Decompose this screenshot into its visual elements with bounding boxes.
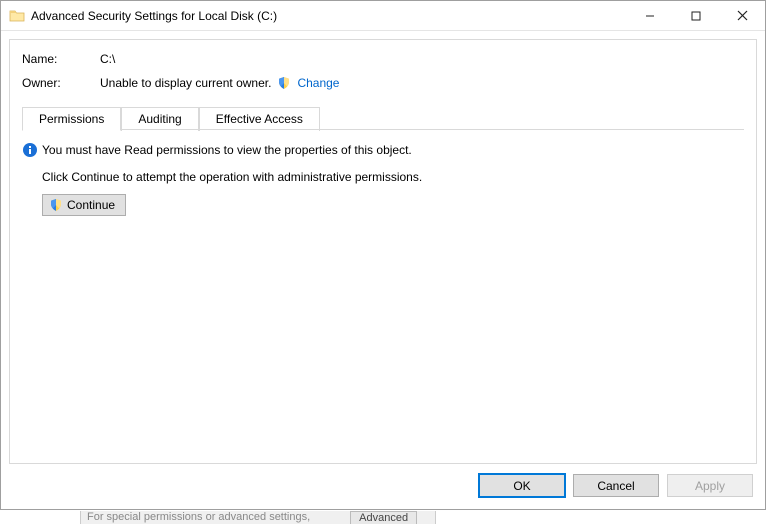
tab-effective-access[interactable]: Effective Access xyxy=(199,107,320,131)
owner-label: Owner: xyxy=(22,76,100,90)
name-row: Name: C:\ xyxy=(22,52,744,66)
close-button[interactable] xyxy=(719,1,765,30)
minimize-button[interactable] xyxy=(627,1,673,30)
shield-icon xyxy=(49,198,63,212)
content-panel: Name: C:\ Owner: Unable to display curre… xyxy=(9,39,757,464)
owner-row: Owner: Unable to display current owner. … xyxy=(22,76,744,90)
titlebar[interactable]: Advanced Security Settings for Local Dis… xyxy=(1,1,765,31)
parent-advanced-button[interactable]: Advanced xyxy=(350,511,417,524)
info-text: You must have Read permissions to view t… xyxy=(42,143,412,157)
window-title: Advanced Security Settings for Local Dis… xyxy=(31,9,627,23)
tab-auditing[interactable]: Auditing xyxy=(121,107,198,131)
info-row: You must have Read permissions to view t… xyxy=(22,142,744,158)
tab-body: You must have Read permissions to view t… xyxy=(22,130,744,455)
apply-button[interactable]: Apply xyxy=(667,474,753,497)
dialog-footer: OK Cancel Apply xyxy=(9,464,757,501)
info-icon xyxy=(22,142,38,158)
parent-hint-text: For special permissions or advanced sett… xyxy=(87,511,310,523)
tab-permissions[interactable]: Permissions xyxy=(22,107,121,131)
change-owner-link[interactable]: Change xyxy=(297,76,339,90)
ok-button[interactable]: OK xyxy=(479,474,565,497)
content-wrap: Name: C:\ Owner: Unable to display curre… xyxy=(1,31,765,509)
shield-icon xyxy=(277,76,291,90)
tab-strip: Permissions Auditing Effective Access xyxy=(22,106,744,130)
parent-dialog-fragment: For special permissions or advanced sett… xyxy=(0,509,766,524)
maximize-button[interactable] xyxy=(673,1,719,30)
tab-separator xyxy=(22,129,744,130)
cancel-button[interactable]: Cancel xyxy=(573,474,659,497)
owner-text: Unable to display current owner. xyxy=(100,76,271,90)
continue-label: Continue xyxy=(67,198,115,212)
window-controls xyxy=(627,1,765,30)
continue-button[interactable]: Continue xyxy=(42,194,126,216)
owner-value: Unable to display current owner. Change xyxy=(100,76,339,90)
name-value: C:\ xyxy=(100,52,115,66)
sub-text: Click Continue to attempt the operation … xyxy=(42,170,744,184)
folder-icon xyxy=(9,8,25,24)
name-label: Name: xyxy=(22,52,100,66)
dialog-window: Advanced Security Settings for Local Dis… xyxy=(0,0,766,510)
